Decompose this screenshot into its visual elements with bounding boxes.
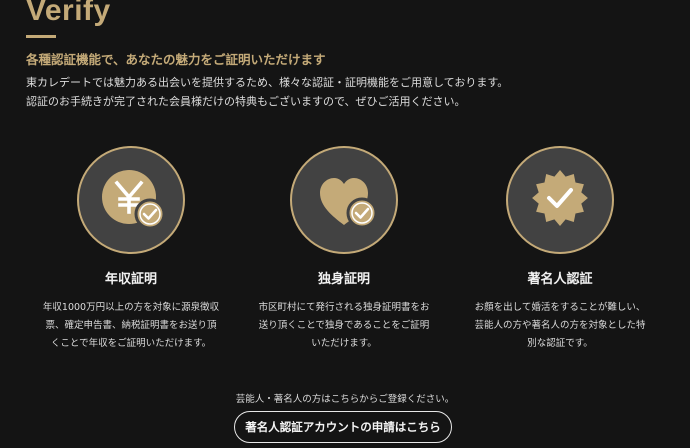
- card-title: 年収証明: [104, 272, 157, 287]
- yen-coin-check-icon: [102, 170, 166, 230]
- card-description-line: 市区町村にて発行される独身証明書をお: [258, 302, 430, 313]
- card-description-line: 送り頂くことで独身であることをご証明: [258, 320, 430, 331]
- card-income-verification: 年収証明 年収1000万円以上の方を対象に源泉徴収 票、確定申告書、納税証明書を…: [31, 146, 231, 353]
- card-icon-circle: [77, 146, 185, 254]
- description-line-1: 東カレデートでは魅力ある出会いを提供するため、様々な認証・証明機能をご用意してお…: [26, 76, 509, 89]
- card-icon-circle: [290, 146, 398, 254]
- card-title: 著名人認証: [527, 272, 593, 287]
- page-title: Verify: [26, 0, 111, 27]
- card-icon-circle: [506, 146, 614, 254]
- title-underline: [26, 35, 56, 38]
- card-single-verification: 独身証明 市区町村にて発行される独身証明書をお 送り頂くことで独身であることをご…: [244, 146, 444, 353]
- card-description-line: お顔を出して婚活をすることが難しい、: [474, 302, 646, 313]
- card-description-line: 別な認証です。: [527, 338, 593, 349]
- description-line-2: 認証のお手続きが完了された会員様だけの特典もございますので、ぜひご活用ください。: [26, 95, 466, 108]
- card-description-line: いただけます。: [311, 338, 377, 349]
- page-subtitle: 各種認証機能で、あなたの魅力をご証明いただけます: [26, 52, 326, 67]
- card-description: 市区町村にて発行される独身証明書をお 送り頂くことで独身であることをご証明 いた…: [244, 299, 444, 353]
- card-description: お顔を出して婚活をすることが難しい、 芸能人の方や著名人の方を対象とした特 別な…: [460, 299, 660, 353]
- card-description-line: くことで年収をご証明いただけます。: [50, 338, 212, 349]
- celebrity-signup-note: 芸能人・著名人の方はこちらからご登録ください。: [235, 394, 455, 405]
- celebrity-application-button[interactable]: 著名人認証アカウントの申請はこちら: [234, 411, 452, 443]
- verified-badge-icon: [532, 170, 588, 226]
- card-description-line: 芸能人の方や著名人の方を対象とした特: [474, 320, 646, 331]
- card-celebrity-verification: 著名人認証 お顔を出して婚活をすることが難しい、 芸能人の方や著名人の方を対象と…: [460, 146, 660, 353]
- card-description: 年収1000万円以上の方を対象に源泉徴収 票、確定申告書、納税証明書をお送り頂 …: [31, 299, 231, 353]
- heart-check-icon: [320, 178, 378, 229]
- card-description-line: 年収1000万円以上の方を対象に源泉徴収: [42, 302, 220, 313]
- card-description-line: 票、確定申告書、納税証明書をお送り頂: [45, 320, 217, 331]
- card-title: 独身証明: [317, 272, 370, 287]
